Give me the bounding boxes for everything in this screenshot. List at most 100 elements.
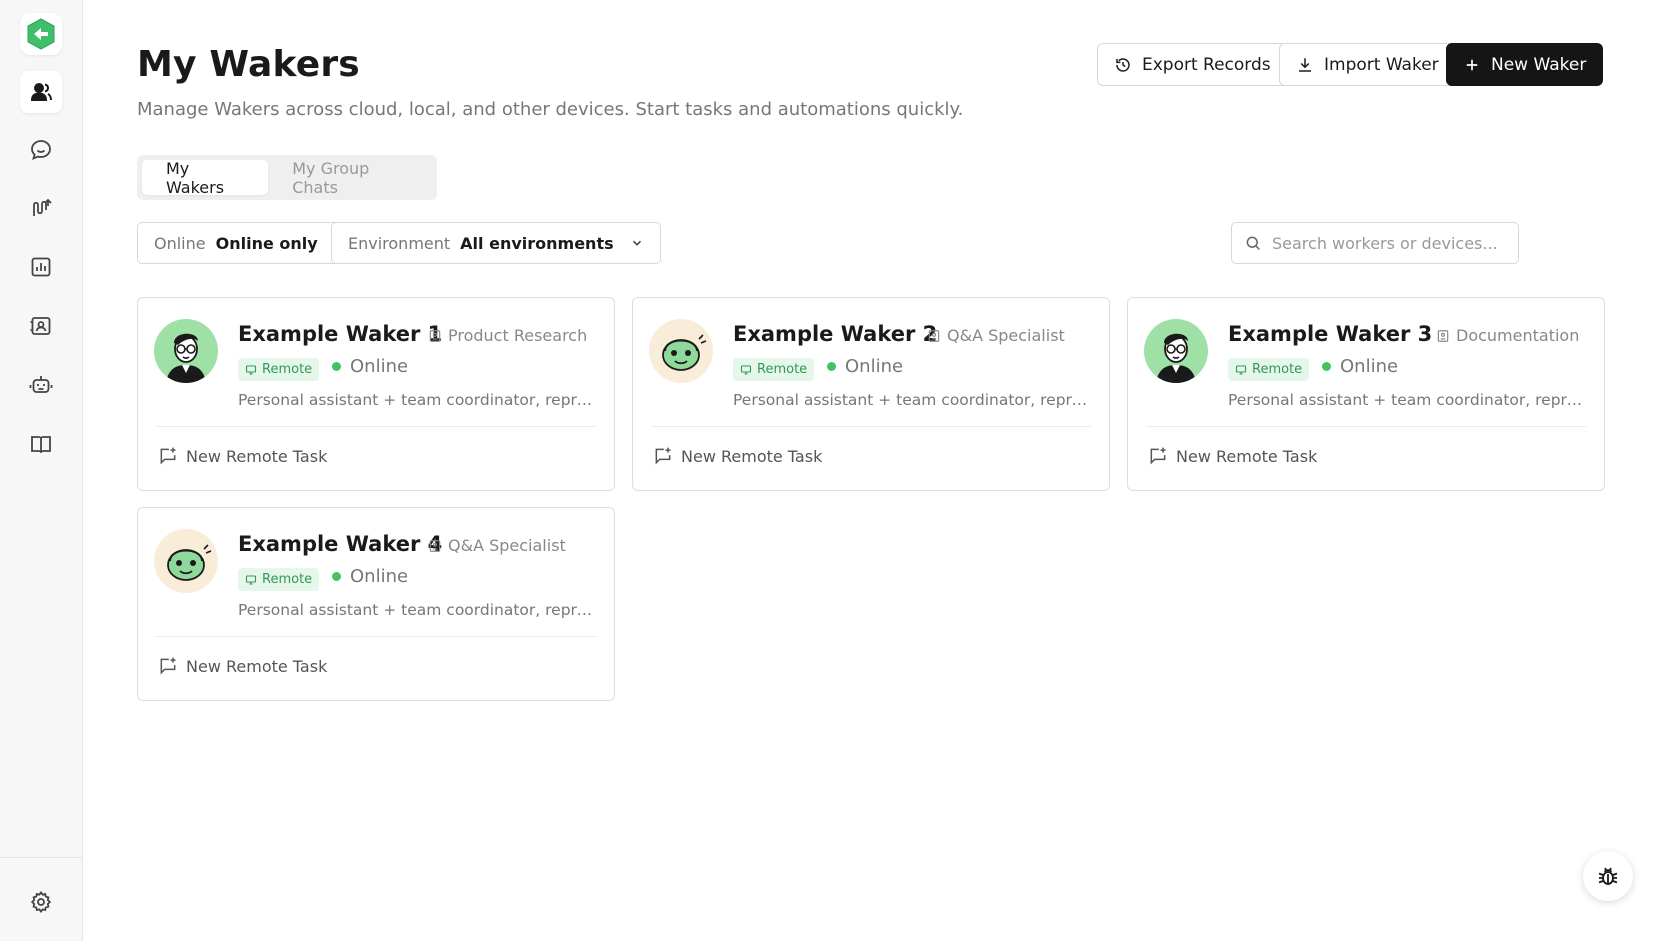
- monitor-icon: [740, 364, 752, 375]
- remote-badge: Remote: [238, 358, 320, 381]
- users-icon: [30, 83, 52, 101]
- card-divider: [651, 426, 1091, 427]
- tab-my-wakers[interactable]: My Wakers: [142, 159, 269, 197]
- id-badge-icon: [429, 539, 441, 552]
- online-filter-label: Online: [154, 233, 206, 253]
- sidebar-item-workflows[interactable]: [20, 187, 62, 229]
- new-remote-task-label: New Remote Task: [186, 446, 328, 466]
- monitor-icon: [1235, 364, 1247, 375]
- chevron-down-icon: [632, 240, 641, 246]
- main-content: My Wakers Manage Wakers across cloud, lo…: [83, 0, 1672, 941]
- sidebar-item-chats[interactable]: [20, 129, 62, 171]
- online-dot: [332, 572, 341, 581]
- sidebar-item-settings[interactable]: [20, 881, 62, 923]
- waker-description: Personal assistant + team coordinator, r…: [238, 391, 598, 409]
- status-indicator: Online: [332, 566, 408, 587]
- tab-my-group-chats[interactable]: My Group Chats: [268, 159, 432, 197]
- view-tabs: My Wakers My Group Chats: [137, 155, 437, 200]
- search-input[interactable]: [1272, 233, 1502, 253]
- status-indicator: Online: [1322, 356, 1398, 377]
- status-indicator: Online: [332, 356, 408, 377]
- waker-role: Documentation: [1436, 326, 1579, 345]
- import-waker-button[interactable]: Import Waker: [1279, 43, 1456, 86]
- message-plus-icon: [655, 447, 671, 465]
- card-divider: [1146, 426, 1586, 427]
- sidebar-item-analytics[interactable]: [20, 246, 62, 288]
- waker-role: Product Research: [428, 326, 587, 345]
- waker-name: Example Waker 2: [733, 322, 938, 346]
- remote-badge-label: Remote: [757, 362, 808, 377]
- workflow-icon: [33, 198, 52, 216]
- download-icon: [1299, 57, 1311, 72]
- new-remote-task-label: New Remote Task: [1176, 446, 1318, 466]
- waker-card[interactable]: Example Waker 4 Q&A Specialist Remote On…: [137, 507, 615, 701]
- waker-name: Example Waker 3: [1228, 322, 1433, 346]
- export-records-label: Export Records: [1142, 54, 1271, 75]
- app-logo[interactable]: [20, 13, 62, 55]
- card-divider: [156, 636, 596, 637]
- avatar: [649, 319, 713, 383]
- monitor-icon: [245, 364, 257, 375]
- environment-filter[interactable]: Environment All environments: [331, 222, 661, 264]
- waker-description: Personal assistant + team coordinator, r…: [1228, 391, 1588, 409]
- contacts-icon: [30, 317, 51, 335]
- waker-role: Q&A Specialist: [927, 326, 1065, 345]
- sidebar-item-contacts[interactable]: [20, 305, 62, 347]
- import-waker-label: Import Waker: [1324, 54, 1439, 75]
- book-icon: [31, 436, 51, 454]
- waker-role: Q&A Specialist: [428, 536, 566, 555]
- waker-card[interactable]: Example Waker 3 Documentation Remote Onl…: [1127, 297, 1605, 491]
- waker-role-label: Documentation: [1456, 326, 1580, 345]
- sidebar: [0, 0, 83, 941]
- environment-filter-label: Environment: [348, 233, 451, 253]
- logo-icon: [27, 18, 55, 50]
- bot-avatar-icon: [167, 544, 212, 581]
- new-remote-task-label: New Remote Task: [681, 446, 823, 466]
- waker-card[interactable]: Example Waker 2 Q&A Specialist Remote On…: [632, 297, 1110, 491]
- debug-button[interactable]: [1583, 851, 1633, 901]
- person-avatar-icon: [1156, 333, 1196, 383]
- online-dot: [332, 362, 341, 371]
- bot-avatar-icon: [662, 334, 707, 371]
- sidebar-item-docs[interactable]: [20, 423, 62, 465]
- id-badge-icon: [928, 329, 940, 342]
- waker-card[interactable]: Example Waker 1 Product Research Remote …: [137, 297, 615, 491]
- remote-badge-label: Remote: [262, 572, 313, 587]
- chart-icon: [31, 257, 51, 277]
- page-subtitle: Manage Wakers across cloud, local, and o…: [137, 99, 964, 120]
- waker-description: Personal assistant + team coordinator, r…: [238, 601, 598, 619]
- sidebar-divider: [0, 857, 83, 858]
- waker-role-label: Product Research: [448, 326, 588, 345]
- remote-badge-label: Remote: [1252, 362, 1303, 377]
- sidebar-item-wakers[interactable]: [20, 71, 62, 113]
- search-box: [1231, 222, 1519, 264]
- new-remote-task-button[interactable]: New Remote Task: [158, 446, 327, 466]
- new-remote-task-button[interactable]: New Remote Task: [158, 656, 327, 676]
- remote-badge: Remote: [733, 358, 815, 381]
- id-badge-icon: [429, 329, 441, 342]
- sidebar-item-agents[interactable]: [20, 364, 62, 406]
- online-dot: [827, 362, 836, 371]
- id-badge-icon: [1437, 329, 1449, 342]
- status-label: Online: [350, 566, 409, 587]
- waker-role-label: Q&A Specialist: [448, 536, 566, 555]
- robot-icon: [29, 376, 53, 393]
- avatar: [154, 319, 218, 383]
- new-remote-task-button[interactable]: New Remote Task: [1148, 446, 1317, 466]
- avatar: [154, 529, 218, 593]
- export-records-button[interactable]: Export Records: [1097, 43, 1288, 86]
- remote-badge: Remote: [1228, 358, 1310, 381]
- status-label: Online: [1340, 356, 1399, 377]
- message-plus-icon: [160, 657, 176, 675]
- search-icon: [1246, 236, 1260, 250]
- message-plus-icon: [160, 447, 176, 465]
- message-plus-icon: [1150, 447, 1166, 465]
- new-remote-task-button[interactable]: New Remote Task: [653, 446, 822, 466]
- environment-filter-value: All environments: [460, 233, 614, 253]
- remote-badge: Remote: [238, 568, 320, 591]
- bug-icon: [1598, 867, 1618, 885]
- status-indicator: Online: [827, 356, 903, 377]
- new-waker-button[interactable]: New Waker: [1446, 43, 1604, 86]
- new-waker-label: New Waker: [1491, 54, 1587, 75]
- chat-icon: [31, 140, 51, 161]
